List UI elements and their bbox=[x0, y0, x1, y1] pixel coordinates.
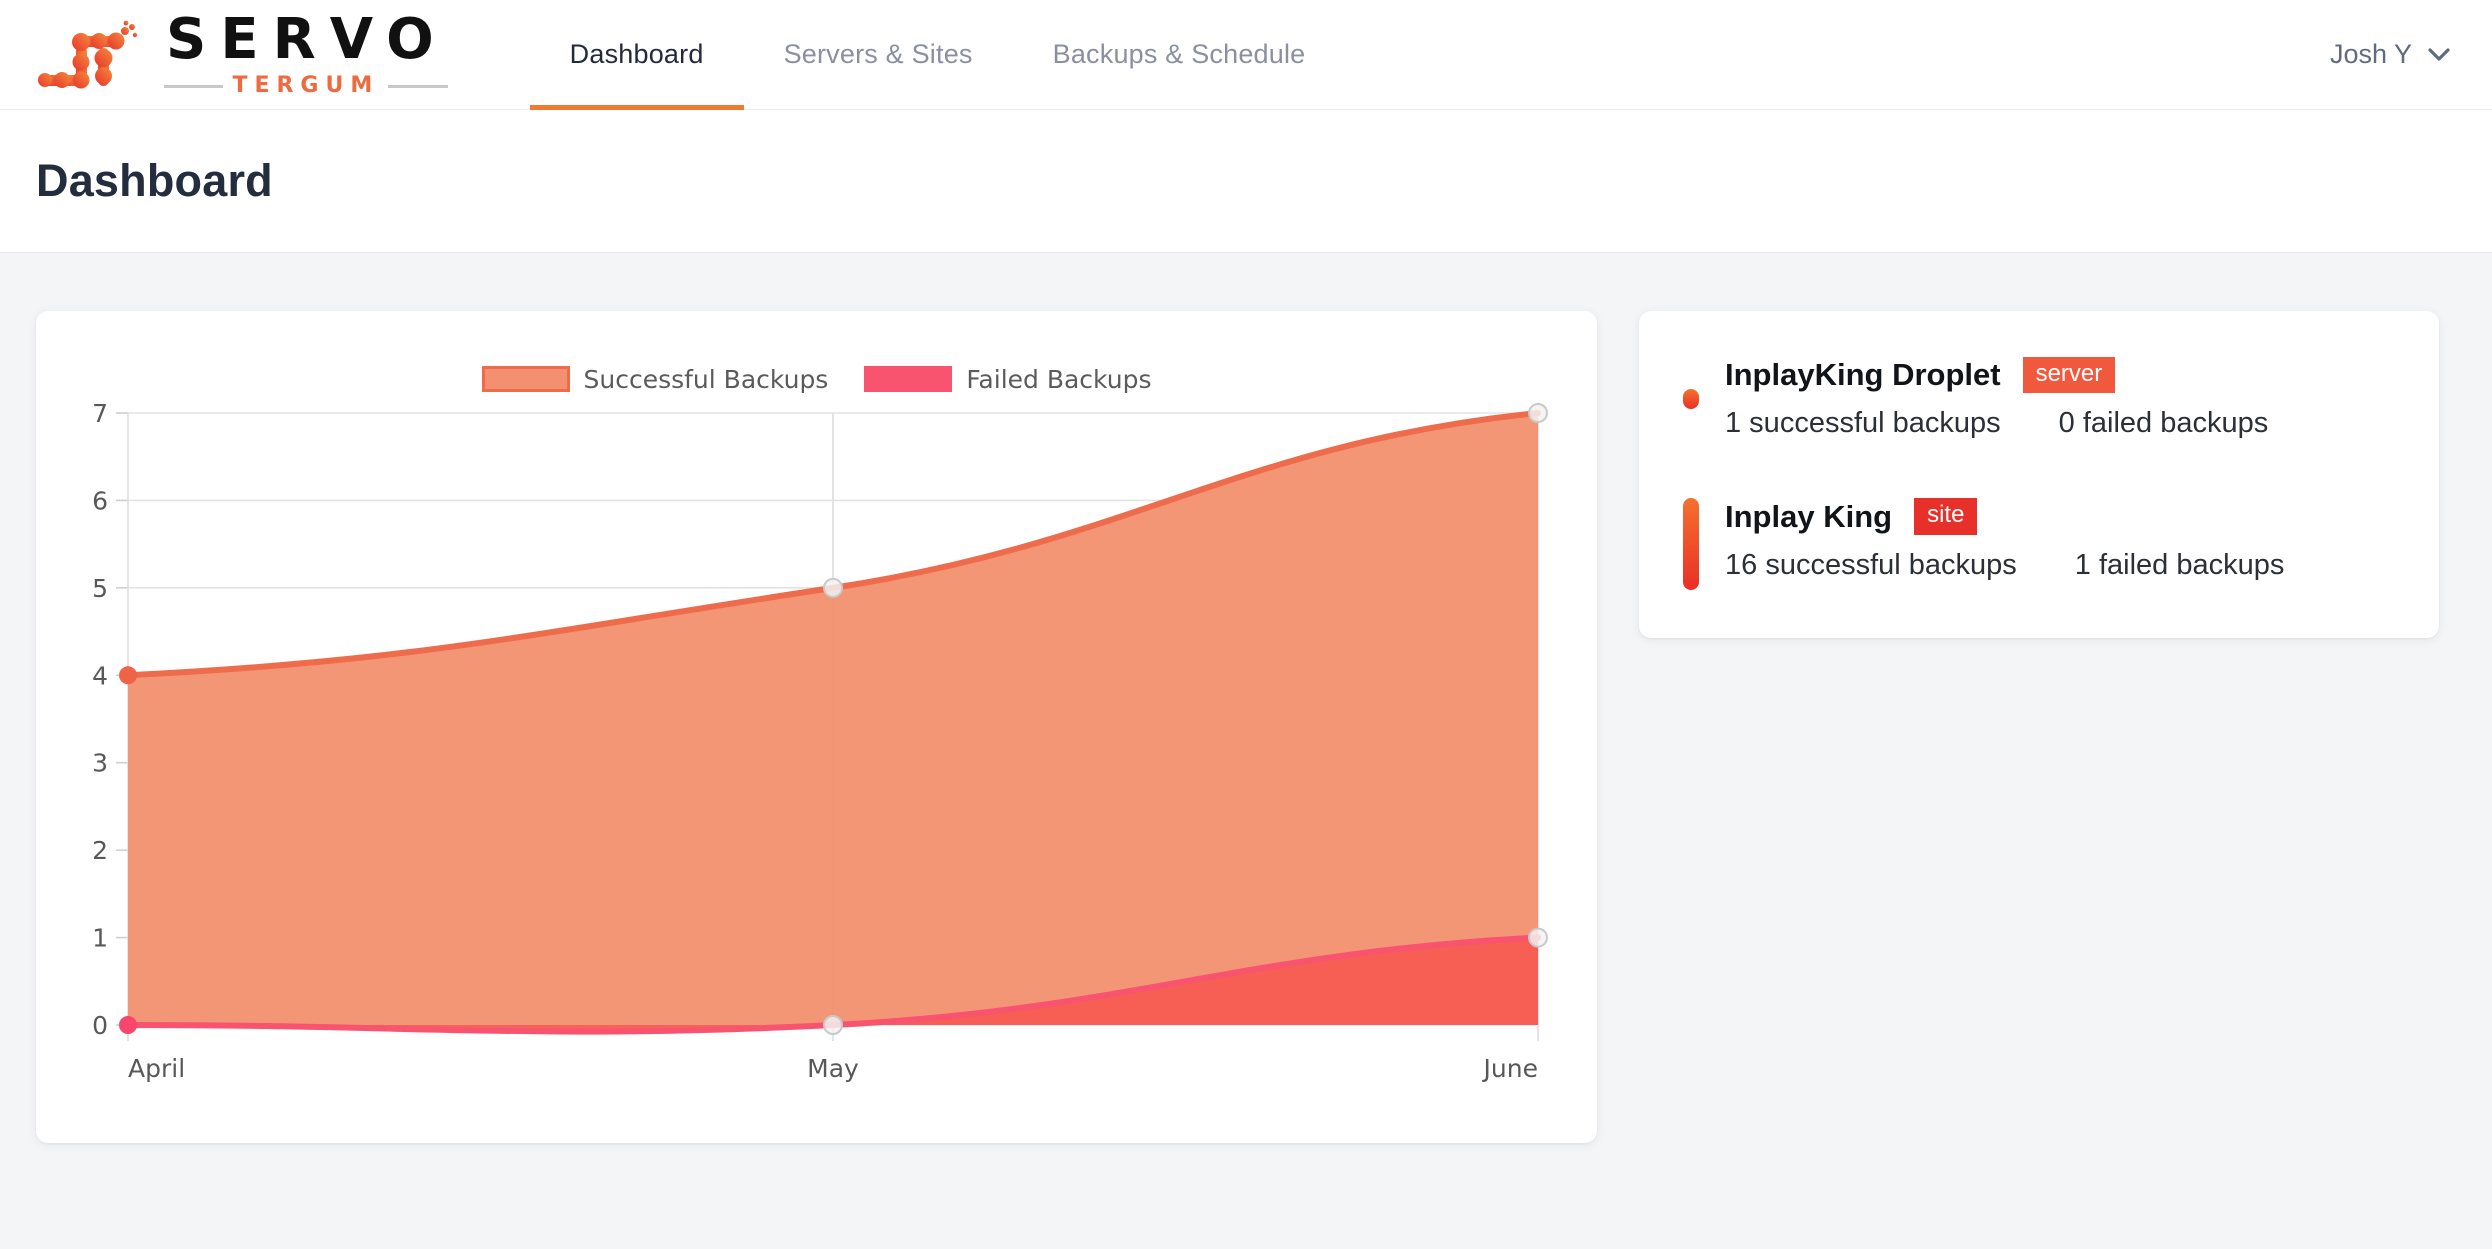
entity-marker-icon bbox=[1683, 498, 1699, 591]
page-title: Dashboard bbox=[36, 155, 273, 206]
user-menu[interactable]: Josh Y bbox=[2330, 0, 2492, 109]
svg-text:June: June bbox=[1482, 1054, 1538, 1083]
status-badge: server bbox=[2022, 357, 2116, 394]
list-item[interactable]: InplayKing Droplet server 1 successful b… bbox=[1683, 357, 2395, 440]
backups-chart-card: Successful Backups Failed Backups 0 1 2 3 4 5… bbox=[36, 311, 1597, 1143]
legend-label: Successful Backups bbox=[583, 364, 829, 394]
legend-item-failed-backups[interactable]: Failed Backups bbox=[864, 364, 1152, 394]
page-header: Dashboard bbox=[0, 110, 2492, 253]
svg-text:4: 4 bbox=[92, 661, 108, 690]
network-nodes-icon bbox=[38, 20, 138, 88]
svg-text:1: 1 bbox=[92, 924, 108, 953]
status-badge: site bbox=[1914, 498, 1978, 535]
main-content: Successful Backups Failed Backups 0 1 2 3 4 5… bbox=[0, 253, 2492, 1143]
top-navigation-bar: SERVO TERGUM Dashboard Servers & Sites B… bbox=[0, 0, 2492, 110]
list-item[interactable]: Inplay King site 16 successful backups 1… bbox=[1683, 498, 2395, 591]
nav-item-label: Dashboard bbox=[569, 39, 704, 69]
nav-item-backups-and-schedule[interactable]: Backups & Schedule bbox=[1013, 0, 1346, 109]
svg-text:6: 6 bbox=[92, 486, 108, 515]
user-name: Josh Y bbox=[2329, 39, 2412, 69]
svg-text:April: April bbox=[128, 1054, 185, 1083]
failed-backups-count: 1 failed backups bbox=[2074, 548, 2285, 581]
successful-backups-count: 1 successful backups bbox=[1725, 407, 2001, 440]
svg-text:2: 2 bbox=[92, 836, 108, 865]
svg-text:May: May bbox=[807, 1054, 859, 1083]
legend-item-successful-backups[interactable]: Successful Backups bbox=[481, 364, 829, 394]
brand-logo[interactable]: SERVO TERGUM bbox=[0, 0, 458, 109]
svg-text:5: 5 bbox=[92, 574, 108, 603]
svg-text:0: 0 bbox=[92, 1011, 108, 1040]
nav-item-dashboard[interactable]: Dashboard bbox=[529, 0, 744, 110]
entity-name: InplayKing Droplet bbox=[1725, 357, 2001, 393]
nav-item-servers-and-sites[interactable]: Servers & Sites bbox=[744, 0, 1013, 109]
successful-backups-count: 16 successful backups bbox=[1725, 548, 2017, 581]
brand-rule-left bbox=[164, 84, 224, 88]
entity-summary-card: InplayKing Droplet server 1 successful b… bbox=[1639, 311, 2439, 639]
chevron-down-icon bbox=[2428, 48, 2450, 61]
legend-label: Failed Backups bbox=[966, 364, 1152, 394]
nav-item-label: Backups & Schedule bbox=[1052, 39, 1306, 69]
area-chart[interactable]: 0 1 2 3 4 5 6 7 April May June bbox=[70, 403, 1563, 1093]
entity-marker-icon bbox=[1683, 388, 1699, 409]
brand-rule-right bbox=[388, 84, 448, 88]
area-chart-svg[interactable]: 0 1 2 3 4 5 6 7 April May June bbox=[70, 403, 1563, 1093]
svg-text:7: 7 bbox=[92, 403, 108, 428]
brand-name: SERVO bbox=[166, 7, 448, 72]
entity-name: Inplay King bbox=[1725, 498, 1893, 534]
legend-swatch-icon bbox=[864, 366, 953, 392]
legend-swatch-icon bbox=[481, 366, 570, 392]
brand-subname: TERGUM bbox=[232, 73, 380, 98]
main-nav: Dashboard Servers & Sites Backups & Sche… bbox=[529, 0, 1346, 110]
chart-legend: Successful Backups Failed Backups bbox=[70, 345, 1563, 397]
nav-item-label: Servers & Sites bbox=[783, 39, 973, 69]
failed-backups-count: 0 failed backups bbox=[2058, 407, 2269, 440]
svg-text:3: 3 bbox=[92, 749, 108, 778]
